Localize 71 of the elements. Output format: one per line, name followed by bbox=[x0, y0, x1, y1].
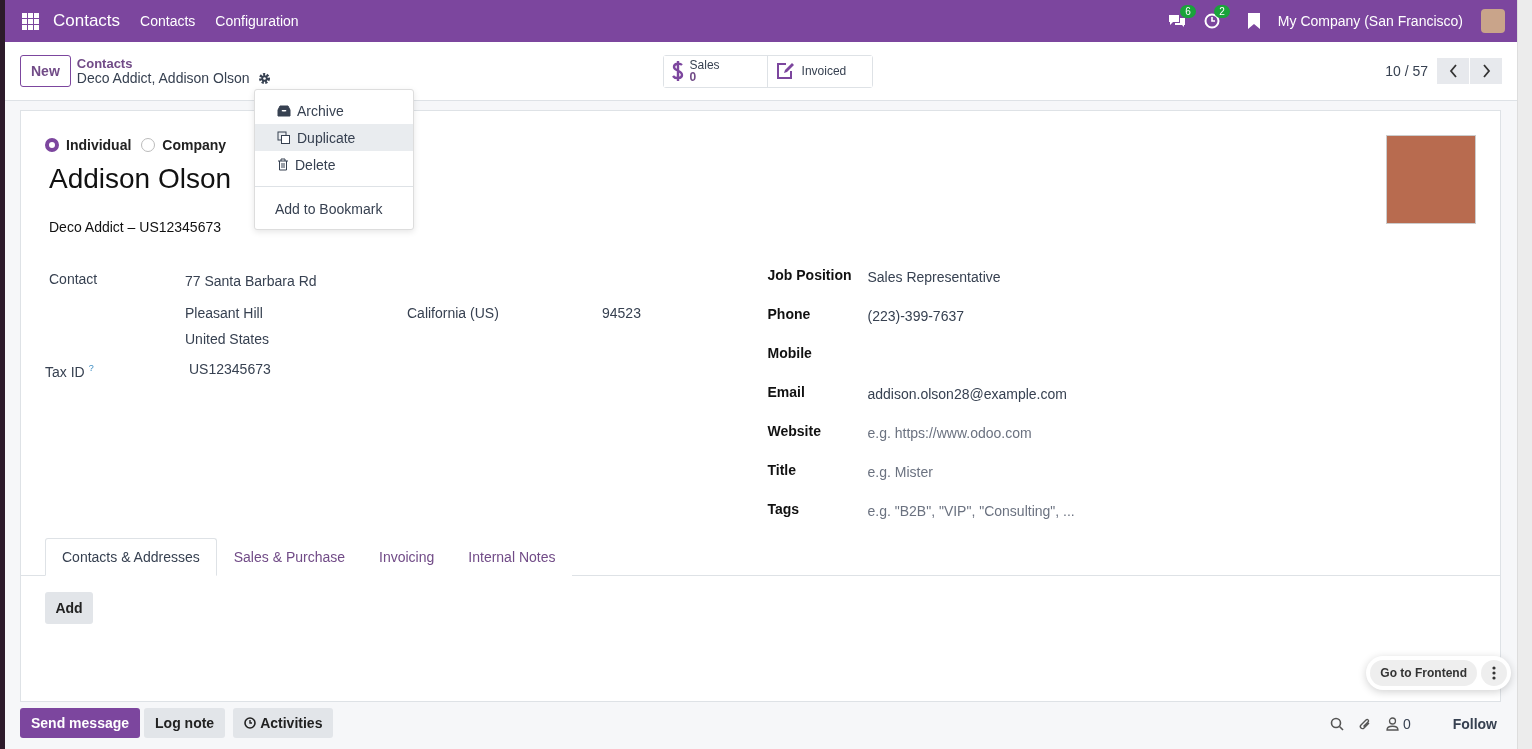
follow-button[interactable]: Follow bbox=[1448, 716, 1501, 732]
menu-item[interactable]: Delete bbox=[255, 151, 413, 178]
gear-icon[interactable] bbox=[257, 72, 271, 85]
message-count-badge: 6 bbox=[1180, 5, 1196, 18]
menu-item[interactable]: Duplicate bbox=[255, 124, 413, 151]
field-placeholder[interactable]: e.g. Mister bbox=[867, 460, 933, 480]
field-value[interactable]: (223)-399-7637 bbox=[867, 304, 964, 324]
app-grid-icon[interactable] bbox=[22, 12, 39, 30]
zip-value[interactable]: 94523 bbox=[602, 301, 641, 321]
field-label: Tax ID $^{?}$ bbox=[45, 362, 95, 380]
next-button[interactable] bbox=[1470, 58, 1502, 84]
country-value[interactable]: United States bbox=[185, 327, 641, 347]
clock-icon[interactable] bbox=[1203, 13, 1220, 29]
radio-option[interactable]: Individual bbox=[45, 137, 132, 153]
clock-icon bbox=[244, 717, 257, 729]
street-value[interactable]: 77 Santa Barbara Rd bbox=[185, 269, 641, 289]
chevron-left-icon bbox=[1448, 64, 1458, 78]
field-label: Contact bbox=[48, 270, 99, 287]
more-options-button[interactable] bbox=[1481, 660, 1507, 686]
field-label: Website bbox=[767, 422, 822, 439]
field-label: Title bbox=[767, 461, 798, 478]
field-value[interactable]: addison.olson28@example.com bbox=[867, 382, 1067, 402]
dollar-icon bbox=[671, 60, 684, 82]
trash-icon bbox=[277, 158, 289, 171]
add-button[interactable]: Add bbox=[45, 592, 93, 624]
chatter-button[interactable]: Log note bbox=[144, 708, 226, 738]
field-label: Job Position bbox=[767, 266, 853, 283]
chatter-button[interactable]: Activities bbox=[233, 708, 334, 738]
field-placeholder[interactable]: e.g. "B2B", "VIP", "Consulting", ... bbox=[867, 499, 1075, 519]
menu-item[interactable]: Archive bbox=[255, 97, 413, 124]
previous-button[interactable] bbox=[1437, 58, 1469, 84]
tax-id-value[interactable]: US12345673 bbox=[189, 357, 271, 377]
scrollbar-track[interactable] bbox=[1517, 0, 1532, 749]
follower-count: 0 bbox=[1402, 716, 1411, 732]
contact-name[interactable]: Addison Olson bbox=[49, 163, 232, 195]
company-switcher[interactable]: My Company (San Francisco) bbox=[1277, 13, 1463, 29]
chatter-button[interactable]: Send message bbox=[20, 708, 141, 738]
copy-icon bbox=[277, 130, 291, 145]
pencil-square-icon bbox=[775, 62, 796, 80]
field-label: Tags bbox=[767, 500, 801, 517]
notebook-tab[interactable]: Contacts & Addresses bbox=[45, 538, 217, 576]
activity-count-badge: 2 bbox=[1214, 5, 1230, 18]
field-value[interactable]: Sales Representative bbox=[867, 265, 1001, 285]
app-name[interactable]: Contacts bbox=[53, 11, 121, 31]
company-reference: Deco Addict – US12345673 bbox=[49, 219, 222, 235]
field-label: Email bbox=[767, 383, 806, 400]
go-to-frontend-button[interactable]: Go to Frontend bbox=[1370, 660, 1477, 686]
field-label: Phone bbox=[767, 305, 812, 322]
radio-option[interactable]: Company bbox=[141, 137, 227, 153]
person-icon[interactable] bbox=[1385, 717, 1399, 731]
paperclip-icon[interactable] bbox=[1357, 717, 1372, 731]
field-label: Mobile bbox=[767, 344, 813, 361]
sales-smart-button[interactable]: Sales 0 bbox=[663, 55, 768, 87]
search-icon[interactable] bbox=[1329, 717, 1344, 731]
breadcrumb-current: Deco Addict, Addison Olson bbox=[76, 71, 250, 86]
inbox-icon bbox=[277, 104, 291, 117]
pager-value[interactable]: 10 / 57 bbox=[1385, 63, 1428, 79]
radio-icon[interactable] bbox=[141, 138, 156, 152]
breadcrumb-link[interactable]: Contacts bbox=[76, 56, 271, 71]
menu-item[interactable]: Add to Bookmark bbox=[255, 195, 413, 222]
bookmark-icon[interactable] bbox=[1247, 13, 1260, 29]
field-placeholder[interactable]: e.g. https://www.odoo.com bbox=[867, 421, 1032, 441]
vertical-dots-icon bbox=[1492, 666, 1496, 680]
city-value[interactable]: Pleasant Hill bbox=[185, 301, 407, 321]
new-button[interactable]: New bbox=[20, 55, 71, 87]
nav-menu-item[interactable]: Configuration bbox=[215, 13, 299, 29]
chevron-right-icon bbox=[1481, 64, 1491, 78]
chat-bubbles-icon[interactable] bbox=[1167, 13, 1186, 29]
nav-menu-item[interactable]: Contacts bbox=[140, 13, 196, 29]
radio-icon[interactable] bbox=[45, 138, 59, 152]
state-value[interactable]: California (US) bbox=[407, 301, 602, 321]
